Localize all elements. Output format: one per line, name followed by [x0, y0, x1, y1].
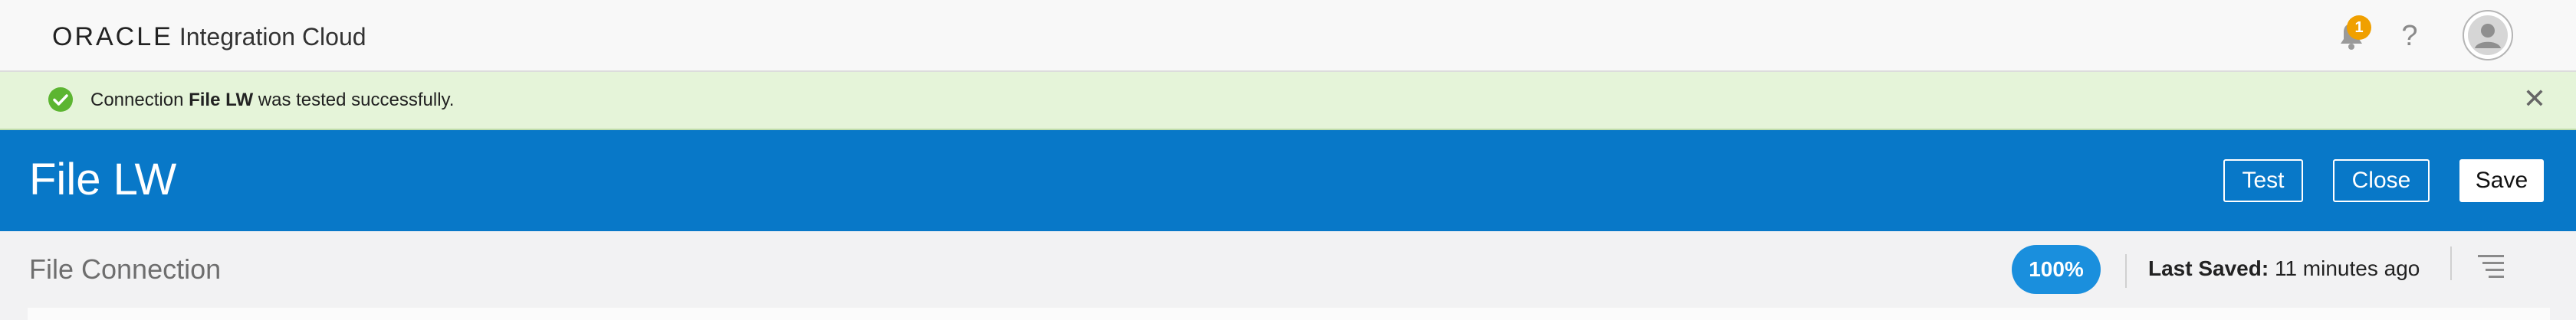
connection-titlebar: File LW Test Close Save — [0, 130, 2576, 231]
success-check-icon — [48, 87, 74, 113]
content-area — [28, 308, 2550, 320]
oracle-logo-text: ORACLE — [52, 21, 173, 51]
close-button[interactable]: Close — [2333, 159, 2430, 202]
last-saved-value: 11 minutes ago — [2269, 256, 2420, 280]
brand-logo: ORACLE Integration Cloud — [52, 21, 366, 52]
progress-badge: 100% — [2012, 245, 2101, 294]
top-header: ORACLE Integration Cloud 1 ? — [0, 0, 2576, 72]
success-banner: Connection File LW was tested successful… — [0, 72, 2576, 130]
last-saved-status: Last Saved: 11 minutes ago — [2148, 254, 2420, 283]
subheader: File Connection 100% Last Saved: 11 minu… — [0, 231, 2576, 308]
divider — [2450, 247, 2452, 280]
banner-message: Connection File LW was tested successful… — [90, 89, 454, 112]
close-icon[interactable]: ✕ — [2521, 83, 2548, 114]
menu-lines-icon[interactable] — [2476, 253, 2507, 279]
last-saved-label: Last Saved: — [2148, 256, 2269, 280]
save-button[interactable]: Save — [2459, 159, 2544, 202]
banner-prefix: Connection — [90, 90, 189, 110]
connection-type-title: File Connection — [29, 253, 222, 285]
user-avatar-icon[interactable] — [2463, 10, 2513, 60]
banner-suffix: was tested successfully. — [253, 90, 455, 110]
notification-badge[interactable]: 1 — [2347, 15, 2371, 40]
page-title: File LW — [29, 155, 177, 204]
test-button[interactable]: Test — [2223, 159, 2303, 202]
banner-connection-name: File LW — [189, 90, 254, 110]
product-name: Integration Cloud — [179, 22, 366, 51]
help-icon[interactable]: ? — [2398, 17, 2421, 55]
divider — [2125, 254, 2127, 288]
